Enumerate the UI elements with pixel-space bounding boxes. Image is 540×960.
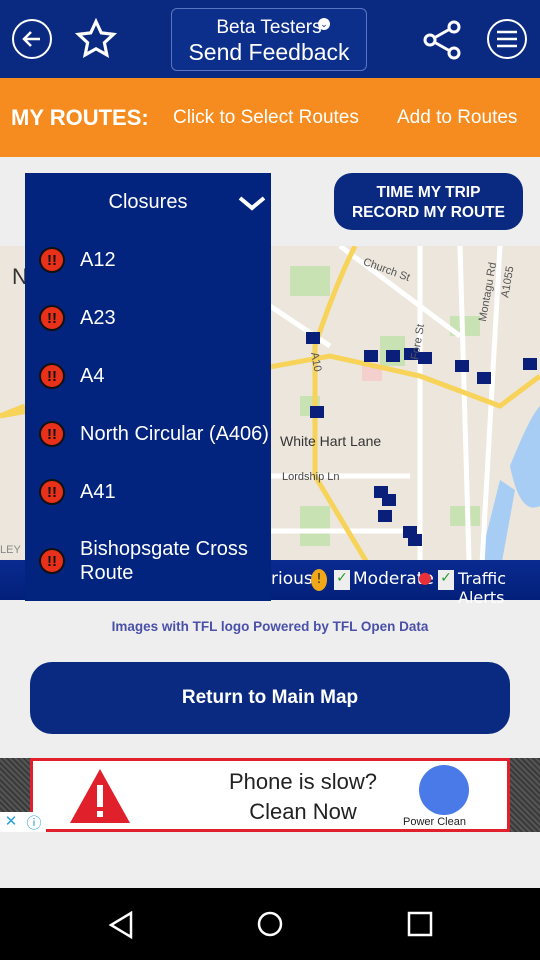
item-label: A4 xyxy=(80,365,105,387)
ad-info-icon[interactable]: ⓘ xyxy=(22,812,46,832)
add-routes-link[interactable]: Add to Routes xyxy=(397,107,517,129)
item-label: A41 xyxy=(80,481,116,503)
android-nav-bar xyxy=(0,888,540,960)
menu-button[interactable] xyxy=(487,19,527,59)
arrow-left-icon xyxy=(22,31,40,47)
item-label: North Circular (A406) xyxy=(80,423,269,445)
home-circle-icon[interactable] xyxy=(256,910,284,938)
moderate-checkbox[interactable]: ✓ xyxy=(334,570,350,590)
dropdown-selected: Closures xyxy=(108,190,188,213)
dropdown-header[interactable]: Closures xyxy=(25,173,271,231)
share-icon[interactable] xyxy=(422,20,462,60)
warning-triangle-icon xyxy=(70,769,130,823)
ad-banner[interactable]: Phone is slow? Clean Now Power Clean xyxy=(30,758,510,832)
map-label-ley: LEY xyxy=(0,544,21,556)
dropdown-item[interactable]: !! A12 xyxy=(25,231,271,289)
dropdown-item[interactable]: !! A41 xyxy=(25,463,271,521)
item-label: Bishopsgate Cross Route xyxy=(80,538,248,584)
chevron-down-icon: ⌄ xyxy=(318,18,330,30)
closure-alert-icon: !! xyxy=(39,305,65,331)
time-trip-line2: RECORD MY ROUTE xyxy=(351,204,505,221)
recents-square-icon[interactable] xyxy=(407,911,433,937)
item-label: A12 xyxy=(80,249,116,271)
dropdown-item[interactable]: !! North Circular (A406) xyxy=(25,405,271,463)
item-label: A23 xyxy=(80,307,116,329)
my-routes-bar: MY ROUTES: Click to Select Routes Add to… xyxy=(0,78,540,157)
feedback-line2: Send Feedback xyxy=(188,39,350,65)
closures-dropdown: Closures !! A12 !! A23 !! A4 !! North Circul… xyxy=(25,173,271,601)
ad-close-icon[interactable]: ✕ xyxy=(0,812,22,832)
closure-alert-icon: !! xyxy=(39,479,65,505)
closure-alert-icon: !! xyxy=(39,421,65,447)
hamburger-menu-icon xyxy=(497,30,517,48)
legend-serious: rious xyxy=(271,569,313,589)
dropdown-item[interactable]: !! Bishopsgate Cross Route xyxy=(25,521,271,601)
ad-brand: Power Clean xyxy=(403,816,466,828)
ad-line2: Clean Now xyxy=(249,799,357,824)
ad-line1: Phone is slow? xyxy=(229,769,377,794)
closure-alert-icon: !! xyxy=(39,363,65,389)
send-feedback-button[interactable]: Beta Testers ⌄ Send Feedback xyxy=(171,8,367,71)
closure-alert-icon: !! xyxy=(39,247,65,273)
back-button[interactable] xyxy=(12,19,52,59)
my-routes-title: MY ROUTES: xyxy=(11,104,149,130)
chevron-down-icon xyxy=(238,196,266,211)
dropdown-item[interactable]: !! A4 xyxy=(25,347,271,405)
power-clean-icon xyxy=(419,765,469,815)
select-routes-link[interactable]: Click to Select Routes xyxy=(173,107,359,129)
back-triangle-icon[interactable] xyxy=(108,911,134,939)
time-trip-line1: TIME MY TRIP xyxy=(376,184,481,201)
dropdown-item[interactable]: !! A23 xyxy=(25,289,271,347)
map-label-white-hart-lane: White Hart Lane xyxy=(280,433,382,449)
closure-alert-icon: !! xyxy=(39,548,65,574)
moderate-warning-icon: ! xyxy=(311,569,327,591)
legend-traffic-alerts: Traffic Alerts xyxy=(458,569,507,607)
tfl-credit: Images with TFL logo Powered by TFL Open… xyxy=(111,619,429,634)
map-label-lordship-ln: Lordship Ln xyxy=(282,471,340,483)
traffic-alert-pin-icon: ● xyxy=(418,568,432,587)
top-bar: Beta Testers ⌄ Send Feedback xyxy=(0,0,540,78)
time-my-trip-button[interactable]: TIME MY TRIP RECORD MY ROUTE xyxy=(334,173,523,230)
star-icon[interactable] xyxy=(74,18,118,60)
return-to-main-map-button[interactable]: Return to Main Map xyxy=(30,662,510,734)
traffic-alerts-checkbox[interactable]: ✓ xyxy=(438,570,454,590)
feedback-line1: Beta Testers xyxy=(216,17,322,38)
